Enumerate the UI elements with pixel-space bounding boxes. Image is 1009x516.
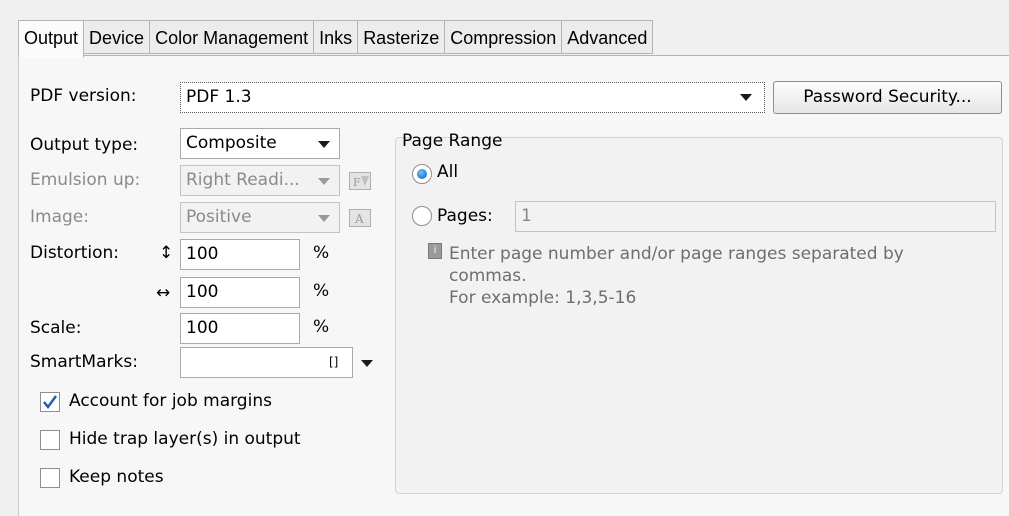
image-select[interactable]: Positive <box>180 202 340 233</box>
distortion-label: Distortion: <box>30 243 120 263</box>
pages-label: Pages: <box>437 206 493 226</box>
vertical-distortion-input[interactable]: 100 <box>180 239 300 270</box>
info-icon: i <box>428 243 442 259</box>
image-value: Positive <box>186 207 252 227</box>
vertical-distortion-unit: % <box>313 243 330 263</box>
svg-text:F: F <box>353 176 361 189</box>
output-type-select[interactable]: Composite <box>180 128 340 159</box>
info-text-line3: For example: 1,3,5-16 <box>449 288 637 308</box>
pdf-version-value: PDF 1.3 <box>186 87 252 107</box>
all-pages-radio[interactable] <box>412 164 432 184</box>
account-margins-label: Account for job margins <box>69 391 272 411</box>
all-pages-label: All <box>437 162 459 182</box>
output-type-label: Output type: <box>30 135 139 155</box>
account-margins-checkbox[interactable] <box>40 392 60 412</box>
emulsion-select[interactable]: Right Readi... <box>180 165 340 196</box>
tab-output[interactable]: Output <box>18 20 85 58</box>
pdf-version-label: PDF version: <box>30 86 137 106</box>
chevron-down-icon <box>740 94 752 101</box>
chevron-down-icon <box>318 141 330 148</box>
smartmarks-bracket-icon: [] <box>329 355 339 369</box>
pages-radio[interactable] <box>412 206 432 226</box>
vertical-distortion-icon: ↕ <box>159 243 174 263</box>
tab-bar: Output Device Color Management Inks Rast… <box>18 20 654 58</box>
output-type-value: Composite <box>186 133 277 153</box>
scale-input[interactable]: 100 <box>180 313 300 344</box>
page-range-title: Page Range <box>402 131 503 151</box>
tab-advanced[interactable]: Advanced <box>562 20 654 54</box>
emulsion-label: Emulsion up: <box>30 170 141 190</box>
pages-input[interactable]: 1 <box>515 201 996 232</box>
info-text-line1: Enter page number and/or page ranges sep… <box>449 244 904 264</box>
hide-trap-label: Hide trap layer(s) in output <box>69 429 301 449</box>
tab-rasterize[interactable]: Rasterize <box>358 20 446 54</box>
smartmarks-dropdown-icon[interactable] <box>361 360 373 367</box>
chevron-down-icon <box>318 215 330 222</box>
check-icon <box>43 395 58 410</box>
page-range-group <box>395 137 1003 494</box>
emulsion-value: Right Readi... <box>186 170 300 190</box>
smartmarks-select[interactable] <box>180 347 353 378</box>
keep-notes-label: Keep notes <box>69 467 164 487</box>
pdf-version-select[interactable]: PDF 1.3 <box>180 82 765 113</box>
password-security-button[interactable]: Password Security... <box>773 81 1002 114</box>
horizontal-distortion-input[interactable]: 100 <box>180 277 300 308</box>
tab-color-management[interactable]: Color Management <box>150 20 315 54</box>
info-text-line2: commas. <box>449 266 527 286</box>
emulsion-preview-icon: F <box>349 172 371 190</box>
horizontal-distortion-icon: ↔ <box>156 283 171 303</box>
tab-compression[interactable]: Compression <box>445 20 563 54</box>
chevron-down-icon <box>318 178 330 185</box>
tab-device[interactable]: Device <box>84 20 151 54</box>
image-label: Image: <box>30 207 89 227</box>
scale-unit: % <box>313 317 330 337</box>
image-polarity-icon: A <box>349 209 371 227</box>
smartmarks-label: SmartMarks: <box>30 352 138 372</box>
pdf-version-dropdown-button[interactable] <box>734 84 764 111</box>
hide-trap-checkbox[interactable] <box>40 430 60 450</box>
scale-label: Scale: <box>30 318 82 338</box>
horizontal-distortion-unit: % <box>313 281 330 301</box>
keep-notes-checkbox[interactable] <box>40 468 60 488</box>
tab-inks[interactable]: Inks <box>314 20 359 54</box>
svg-text:A: A <box>354 212 364 226</box>
